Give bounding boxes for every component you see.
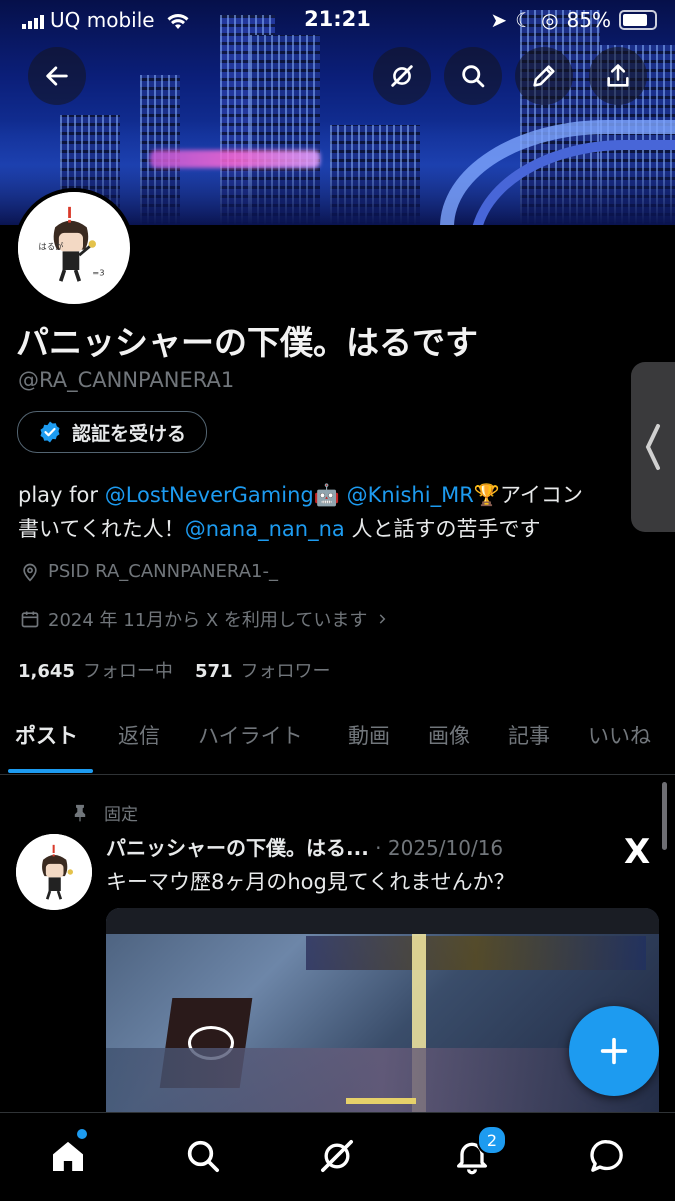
chevron-left-icon [645,424,660,470]
tab-replies[interactable]: 返信 [118,720,160,750]
tab-videos[interactable]: 動画 [348,720,390,750]
post-date[interactable]: 2025/10/16 [388,836,503,860]
grok-icon [391,65,413,87]
mention-link[interactable]: @Knishi_MR [347,483,474,507]
followers-link[interactable]: 571 フォロワー [195,657,331,683]
bio-line-1: play for @LostNeverGaming🤖 @Knishi_MR🏆アイ… [18,478,658,512]
tab-articles[interactable]: 記事 [508,720,550,750]
share-icon [607,64,629,87]
bio-text: play for [18,483,105,507]
pin-icon [74,804,86,821]
search-button[interactable] [444,47,502,105]
post-video-thumbnail[interactable] [106,908,659,1113]
svg-text:=3: =3 [92,268,104,278]
profile-handle: @RA_CANNPANERA1 [18,368,235,392]
verified-badge-icon [40,421,60,443]
following-label: フォロー中 [82,661,173,682]
chevron-right-icon [380,614,386,624]
search-icon [187,1140,220,1172]
followers-count: 571 [194,661,233,682]
grok-button[interactable] [373,47,431,105]
bio-line-2: 書いてくれた人！@nana_nan_na 人と話すの苦手です [18,512,658,546]
location-icon: ➤ [490,8,508,32]
rotation-lock-icon: ◎ [541,8,559,32]
compose-post-button[interactable] [569,1006,659,1096]
bio-space [340,483,347,507]
side-panel-handle[interactable] [631,362,675,532]
post-author[interactable]: パニッシャーの下僕。はる... [106,836,369,860]
tab-likes[interactable]: いいね [588,720,651,750]
status-bar: UQ mobile 21:21 ➤ ☾ ◎ 85% [0,0,675,40]
profile-avatar[interactable]: はるが =3 [14,188,134,308]
pinned-indicator: 固定 [70,800,138,825]
mention-link[interactable]: @LostNeverGaming [105,483,314,507]
profile-bio: play for @LostNeverGaming🤖 @Knishi_MR🏆アイ… [18,478,658,546]
bio-text: 人と話すの苦手です [344,517,541,541]
pinned-label: 固定 [104,805,138,825]
location-pin-icon [23,563,37,582]
scroll-indicator [662,782,667,850]
bio-text: アイコン [499,483,583,507]
plus-icon [600,1037,628,1065]
home-unread-dot [77,1129,87,1139]
pencil-icon [533,65,555,87]
nav-grok[interactable] [312,1131,362,1181]
back-button[interactable] [28,47,86,105]
tab-posts[interactable]: ポスト [15,720,78,750]
follow-counts: 1,645 フォロー中 571 フォロワー [18,657,331,683]
following-count: 1,645 [18,661,75,682]
profile-banner[interactable]: UQ mobile 21:21 ➤ ☾ ◎ 85% [0,0,675,225]
tab-photos[interactable]: 画像 [428,720,470,750]
following-link[interactable]: 1,645 フォロー中 [18,657,173,683]
calendar-icon [21,611,39,628]
mention-link[interactable]: @nana_nan_na [185,517,345,541]
home-icon [53,1141,83,1171]
bio-text: 書いてくれた人！ [18,517,185,541]
x-logo-icon: X [624,832,651,872]
nav-messages[interactable] [582,1131,632,1181]
share-button[interactable] [589,47,647,105]
tab-highlights[interactable]: ハイライト [198,720,303,750]
nav-notifications[interactable]: 2 [447,1125,507,1181]
nav-search[interactable] [178,1131,228,1181]
moon-icon: ☾ [515,8,534,32]
edit-button[interactable] [515,47,573,105]
profile-joined[interactable]: 2024 年 11月から X を利用しています [20,606,389,632]
battery-icon [619,10,657,30]
profile-tabs: ポスト 返信 ハイライト 動画 画像 記事 いいね [0,700,675,775]
nav-home[interactable] [43,1129,93,1181]
svg-text:はるが: はるが [38,242,64,252]
messages-icon [590,1140,623,1172]
robot-emoji: 🤖 [313,483,340,507]
location-text: PSID RA_CANNPANERA1-_ [48,561,278,582]
profile-name: パニッシャーの下僕。はるです [16,323,478,362]
post-header: パニッシャーの下僕。はる... · 2025/10/16 [106,832,503,861]
followers-label: フォロワー [240,661,331,682]
battery-percent: 85% [566,8,611,32]
post-separator: · [368,836,388,860]
bottom-navigation: 2 [0,1112,675,1201]
get-verified-button[interactable]: 認証を受ける [17,411,208,453]
arrow-left-icon [46,66,68,86]
get-verified-label: 認証を受ける [72,422,187,445]
search-icon [462,65,485,88]
post-avatar[interactable] [16,834,92,910]
grok-icon [321,1140,353,1172]
joined-text: 2024 年 11月から X を利用しています [48,610,368,631]
notifications-badge: 2 [477,1125,507,1155]
post-text: キーマウ歴8ヶ月のhog見てくれませんか？ [106,870,515,894]
profile-location: PSID RA_CANNPANERA1-_ [20,561,278,582]
active-tab-indicator [8,769,93,773]
trophy-emoji: 🏆 [473,483,500,507]
